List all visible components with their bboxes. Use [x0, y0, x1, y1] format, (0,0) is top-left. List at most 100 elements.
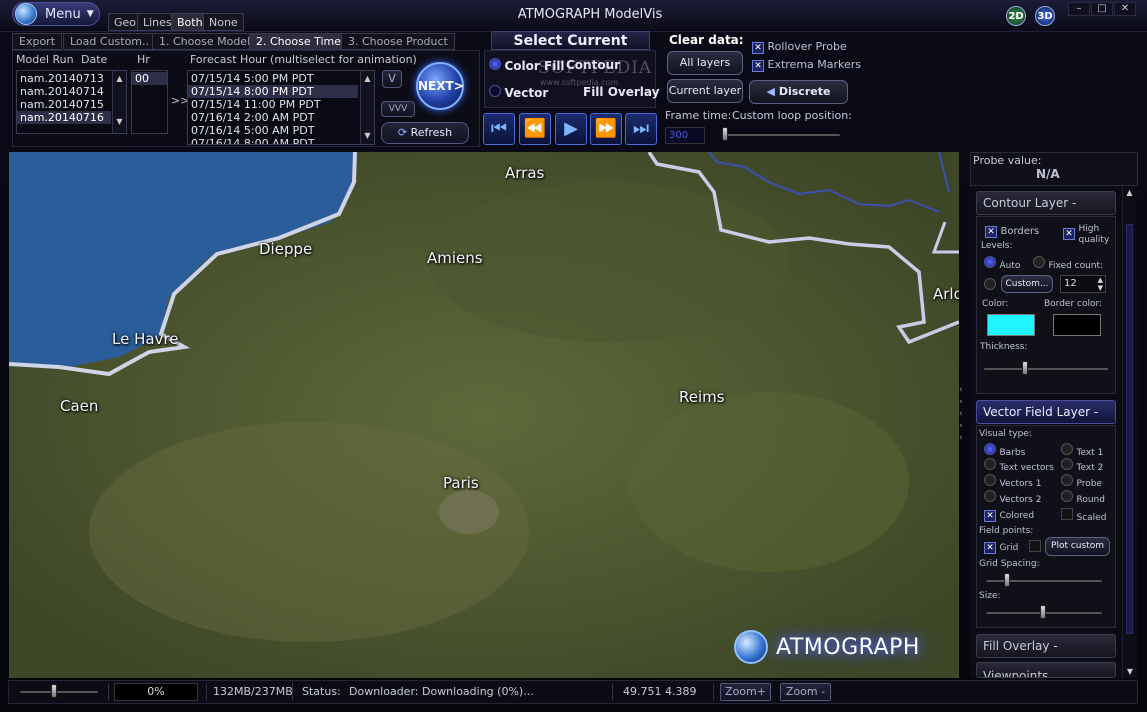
hour-list[interactable]: 00: [131, 70, 168, 134]
list-item[interactable]: 07/15/14 11:00 PM PDT: [188, 98, 358, 111]
text-vectors-radio[interactable]: Text vectors: [984, 458, 1054, 473]
text-1-label: Text 1: [1076, 448, 1104, 458]
colored-checkbox[interactable]: ✕ Colored: [984, 508, 1034, 522]
scroll-down-icon[interactable]: ▼: [1123, 667, 1137, 676]
play-icon[interactable]: ▶: [555, 113, 587, 145]
forecast-hour-list[interactable]: 07/15/14 5:00 PM PDT 07/15/14 8:00 PM PD…: [187, 70, 375, 145]
fixed-count-stepper[interactable]: 12 ▲ ▼: [1060, 275, 1106, 293]
list-item[interactable]: 07/16/14 8:00 AM PDT: [188, 137, 358, 144]
list-item[interactable]: 00: [132, 72, 167, 85]
probe-radio[interactable]: Probe: [1061, 474, 1102, 489]
radio-icon: [984, 474, 996, 486]
grid-spacing-slider-thumb[interactable]: [1004, 573, 1010, 587]
divider: [292, 683, 293, 701]
fast-forward-icon[interactable]: ⏩: [590, 113, 622, 145]
contour-layer-header[interactable]: Contour Layer -: [976, 191, 1116, 215]
rewind-icon[interactable]: ⏪: [519, 113, 551, 145]
city-label: Arlo: [933, 285, 959, 303]
scrollbar[interactable]: ▲ ▼: [112, 71, 126, 133]
auto-radio[interactable]: Auto: [984, 256, 1020, 271]
scaled-checkbox[interactable]: Scaled: [1061, 508, 1106, 523]
list-item[interactable]: 07/16/14 2:00 AM PDT: [188, 111, 358, 124]
frame-time-input[interactable]: 300: [665, 127, 705, 144]
plot-custom-checkbox[interactable]: [1029, 540, 1041, 552]
map-mode-none[interactable]: None: [203, 13, 244, 31]
view-2d-button[interactable]: 2D: [1006, 6, 1026, 26]
text-2-radio[interactable]: Text 2: [1061, 458, 1103, 473]
divider: [206, 683, 207, 701]
app-window: Menu ▼ Geo Lines Both None ATMOGRAPH Mod…: [0, 0, 1147, 712]
skip-start-icon[interactable]: ⏮: [483, 113, 515, 145]
vector-option[interactable]: Vector: [489, 85, 548, 100]
rollover-probe-checkbox[interactable]: ✕ Rollover Probe: [752, 40, 847, 54]
view-3d-button[interactable]: 3D: [1035, 6, 1055, 26]
minimize-icon[interactable]: –: [1068, 2, 1090, 16]
barbs-radio[interactable]: Barbs: [984, 443, 1025, 458]
loop-slider-track[interactable]: [724, 134, 840, 136]
clear-current-layer-button[interactable]: Current layer: [667, 79, 743, 103]
tab-choose-model[interactable]: 1. Choose Model: [152, 33, 258, 50]
list-item[interactable]: nam.20140714: [17, 85, 111, 98]
stepper-arrows-icon[interactable]: ▲ ▼: [1098, 276, 1103, 292]
list-item[interactable]: nam.20140713: [17, 72, 111, 85]
vector-field-layer-header[interactable]: Vector Field Layer -: [976, 400, 1116, 424]
list-item[interactable]: 07/15/14 8:00 PM PDT: [188, 85, 358, 98]
plot-custom-button[interactable]: Plot custom: [1045, 537, 1110, 556]
discrete-button[interactable]: ◀ Discrete: [749, 80, 848, 104]
loop-slider-thumb[interactable]: [722, 127, 728, 141]
scrollbar[interactable]: ▲ ▼: [360, 71, 374, 144]
custom-radio[interactable]: [984, 278, 996, 293]
collapse-panel-icon[interactable]: ‹ ‹ ‹ ‹ ‹: [959, 384, 968, 444]
tab-export[interactable]: Export: [12, 33, 63, 50]
borders-checkbox[interactable]: ✕ Borders: [985, 224, 1039, 238]
map-view[interactable]: Arras Dieppe Amiens Arlo Le Havre Caen R…: [9, 152, 959, 678]
tab-choose-time[interactable]: 2. Choose Time: [249, 33, 349, 50]
high-quality-checkbox[interactable]: ✕ High quality: [1063, 224, 1113, 246]
radio-icon: [489, 58, 501, 70]
list-item[interactable]: 07/15/14 5:00 PM PDT: [188, 72, 358, 85]
select-all-down-button[interactable]: VVV: [381, 101, 415, 117]
model-run-list[interactable]: nam.20140713 nam.20140714 nam.20140715 n…: [16, 70, 127, 134]
extrema-markers-checkbox[interactable]: ✕ Extrema Markers: [752, 58, 861, 72]
custom-levels-button[interactable]: Custom...: [1001, 275, 1053, 293]
vectors-2-label: Vectors 2: [999, 495, 1042, 505]
maximize-icon[interactable]: □: [1091, 2, 1113, 16]
list-item[interactable]: 07/16/14 5:00 AM PDT: [188, 124, 358, 137]
scroll-up-icon[interactable]: ▲: [1123, 188, 1136, 197]
fill-overlay-option[interactable]: Fill Overlay: [583, 85, 659, 99]
zoom-out-button[interactable]: Zoom -: [780, 683, 831, 701]
select-down-button[interactable]: V: [382, 70, 402, 88]
thickness-slider-track[interactable]: [984, 368, 1108, 370]
chevron-down-icon: ▼: [86, 9, 94, 19]
clear-all-layers-button[interactable]: All layers: [667, 51, 743, 75]
clear-data-title: Clear data:: [669, 33, 744, 47]
opacity-slider-thumb[interactable]: [51, 684, 57, 698]
refresh-button[interactable]: ⟳ Refresh: [381, 122, 469, 144]
menu-button[interactable]: Menu ▼: [12, 2, 100, 26]
size-slider-thumb[interactable]: [1040, 605, 1046, 619]
viewpoints-header[interactable]: Viewpoints: [976, 662, 1116, 678]
opacity-slider-track[interactable]: [20, 691, 98, 693]
hr-label: Hr: [137, 53, 150, 66]
thickness-slider-thumb[interactable]: [1022, 361, 1028, 375]
vectors-1-radio[interactable]: Vectors 1: [984, 474, 1041, 489]
text-1-radio[interactable]: Text 1: [1061, 443, 1103, 458]
grid-checkbox[interactable]: ✕ Grid: [984, 540, 1018, 554]
fixed-count-radio[interactable]: Fixed count:: [1033, 256, 1103, 271]
contour-color-swatch[interactable]: [987, 314, 1035, 336]
tab-choose-product[interactable]: 3. Choose Product: [341, 33, 455, 50]
list-item[interactable]: nam.20140715: [17, 98, 111, 111]
scroll-thumb[interactable]: [1126, 224, 1133, 634]
next-button[interactable]: NEXT>: [416, 62, 464, 110]
side-panel-scrollbar[interactable]: ▲ ▼: [1122, 186, 1136, 678]
skip-end-icon[interactable]: ⏭: [625, 113, 657, 145]
round-radio[interactable]: Round: [1061, 490, 1105, 505]
border-color-swatch[interactable]: [1053, 314, 1101, 336]
visual-type-label: Visual type:: [979, 429, 1032, 439]
fill-overlay-header[interactable]: Fill Overlay -: [976, 634, 1116, 658]
tab-load-custom[interactable]: Load Custom..: [63, 33, 157, 50]
close-icon[interactable]: ✕: [1114, 2, 1136, 16]
list-item[interactable]: nam.20140716: [17, 111, 111, 124]
vectors-2-radio[interactable]: Vectors 2: [984, 490, 1041, 505]
zoom-in-button[interactable]: Zoom+: [720, 683, 771, 701]
